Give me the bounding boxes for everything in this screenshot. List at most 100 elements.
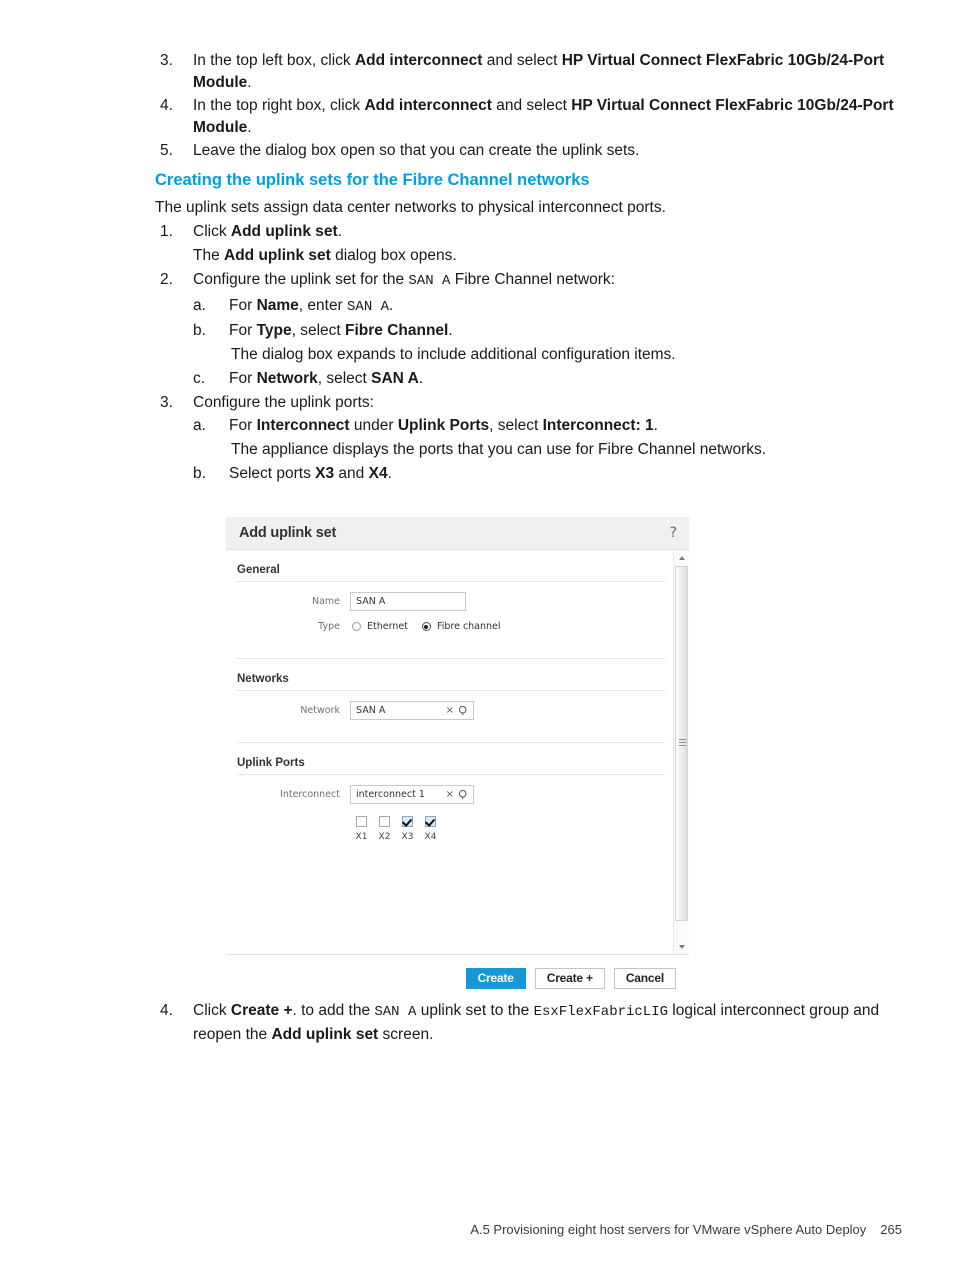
list-marker: 4. (160, 97, 173, 114)
top-steps-list: 3. In the top left box, click Add interc… (155, 50, 900, 162)
interconnect-value: interconnect 1 (356, 789, 425, 800)
interconnect-combo-wrap: interconnect 1 × (350, 785, 474, 804)
create-button[interactable]: Create (465, 967, 526, 989)
list-text: In the top left box, click Add interconn… (193, 52, 885, 91)
create-plus-button[interactable]: Create + (534, 967, 605, 989)
checkbox-checked-icon[interactable] (425, 816, 436, 827)
port-x3-label: X3 (401, 832, 414, 842)
list-marker: 4. (160, 1002, 173, 1019)
question-mark-icon[interactable]: ? (670, 525, 677, 541)
scroll-up-arrow-icon[interactable] (674, 550, 689, 565)
list-text: Configure the uplink ports: (193, 393, 374, 411)
name-input-wrap: SAN A (350, 592, 466, 611)
radio-fibre-channel[interactable]: Fibre channel (421, 621, 501, 632)
scrollbar-grip-icon (679, 739, 686, 746)
list-marker: 5. (160, 142, 173, 159)
network-combo[interactable]: SAN A × (350, 701, 474, 720)
dialog-title: Add uplink set (239, 525, 337, 541)
list-item: 1. Click Add uplink set. (155, 221, 900, 243)
step3a-followup: The appliance displays the ports that yo… (231, 440, 767, 458)
list-item: 3. Configure the uplink ports: (155, 392, 900, 414)
dialog-footer: Create Create + Cancel (226, 954, 689, 1001)
list-marker: 1. (160, 223, 173, 240)
type-field-row: Type Ethernet Fibre channel (237, 611, 665, 632)
document-body: 3. In the top left box, click Add interc… (155, 50, 900, 487)
step1-followup: The Add uplink set dialog box opens. (193, 246, 457, 264)
dialog-body: General Name SAN A Type Ethernet Fibre c… (226, 550, 689, 954)
section-title-networks: Networks (237, 673, 289, 685)
section-title-uplink-ports: Uplink Ports (237, 757, 305, 769)
list-marker: b. (193, 465, 206, 482)
interconnect-label: Interconnect (280, 789, 340, 800)
list-text: For Name, enter SAN A. (229, 296, 394, 315)
list-text: In the top right box, click Add intercon… (193, 97, 894, 136)
type-label: Type (318, 621, 340, 632)
close-icon[interactable]: × (446, 789, 454, 800)
close-icon[interactable]: × (446, 705, 454, 716)
port-x2[interactable]: X2 (373, 816, 396, 842)
list-text: For Interconnect under Uplink Ports, sel… (229, 417, 658, 434)
list-text: Select ports X3 and X4. (229, 465, 392, 482)
list-item: 4. Click Create +. to add the SAN A upli… (155, 1000, 903, 1045)
interconnect-combo[interactable]: interconnect 1 × (350, 785, 474, 804)
list-item: 4. In the top right box, click Add inter… (155, 95, 900, 138)
port-x1-label: X1 (355, 832, 368, 842)
port-x4[interactable]: X4 (419, 816, 442, 842)
add-uplink-set-dialog: Add uplink set ? General Name SAN A Type (226, 517, 689, 1001)
port-checkbox-group: X1 X2 X3 X4 (237, 804, 665, 842)
list-item: 2. Configure the uplink set for the SAN … (155, 269, 900, 293)
radio-ethernet[interactable]: Ethernet (352, 621, 408, 632)
page-footer: A.5 Provisioning eight host servers for … (0, 1222, 954, 1237)
list-item: 5. Leave the dialog box open so that you… (155, 140, 900, 162)
section-heading: Creating the uplink sets for the Fibre C… (155, 170, 590, 189)
scrollbar-thumb[interactable] (675, 566, 688, 921)
port-x3[interactable]: X3 (396, 816, 419, 842)
port-x1[interactable]: X1 (350, 816, 373, 842)
list-text: Click Create +. to add the SAN A uplink … (193, 1002, 880, 1043)
list-item: 3. In the top left box, click Add interc… (155, 50, 900, 93)
closing-step: 4. Click Create +. to add the SAN A upli… (155, 1000, 903, 1047)
port-x2-label: X2 (378, 832, 391, 842)
radio-fibre-channel-label: Fibre channel (436, 621, 501, 632)
procedure-list: 1. Click Add uplink set. The Add uplink … (155, 221, 900, 485)
list-item: c. For Network, select SAN A. (193, 368, 900, 390)
dialog-scroll-area: General Name SAN A Type Ethernet Fibre c… (226, 550, 665, 954)
scroll-down-arrow-icon[interactable] (674, 939, 689, 954)
name-input[interactable]: SAN A (350, 592, 466, 611)
list-marker: c. (193, 370, 206, 387)
search-icon[interactable] (458, 705, 469, 716)
list-text: For Network, select SAN A. (229, 370, 424, 387)
radio-ethernet-label: Ethernet (367, 621, 408, 632)
list-marker: 3. (160, 52, 173, 69)
port-x4-label: X4 (424, 832, 437, 842)
footer-title: A.5 Provisioning eight host servers for … (470, 1222, 867, 1237)
list-text: Configure the uplink set for the SAN A F… (193, 271, 615, 289)
intro-paragraph: The uplink sets assign data center netwo… (155, 198, 666, 216)
checkbox-icon[interactable] (356, 816, 367, 827)
list-marker: b. (193, 322, 206, 339)
step3-sublist: a. For Interconnect under Uplink Ports, … (155, 415, 900, 485)
search-icon[interactable] (458, 789, 469, 800)
name-label: Name (311, 596, 340, 607)
list-marker: a. (193, 296, 206, 314)
network-combo-wrap: SAN A × (350, 701, 474, 720)
checkbox-icon[interactable] (379, 816, 390, 827)
list-text: For Type, select Fibre Channel. (229, 322, 453, 339)
document-page: 3. In the top left box, click Add interc… (0, 0, 954, 1271)
page-number: 265 (880, 1222, 902, 1237)
dialog-scrollbar[interactable] (673, 550, 689, 954)
list-item: a. For Name, enter SAN A. (193, 295, 900, 319)
list-marker: 2. (160, 271, 173, 288)
step2b-followup: The dialog box expands to include additi… (231, 345, 676, 363)
list-text: Click Add uplink set. (193, 223, 342, 240)
network-label: Network (300, 705, 340, 716)
list-marker: a. (193, 417, 206, 434)
step2-sublist: a. For Name, enter SAN A. b. For Type, s… (155, 295, 900, 390)
cancel-button[interactable]: Cancel (613, 967, 676, 989)
interconnect-field-row: Interconnect interconnect 1 × (237, 775, 665, 804)
radio-circle-selected-icon (421, 622, 431, 631)
radio-circle-icon (352, 622, 361, 631)
checkbox-checked-icon[interactable] (402, 816, 413, 827)
section-title-general: General (237, 564, 280, 576)
list-item: b. For Type, select Fibre Channel. (193, 320, 900, 342)
